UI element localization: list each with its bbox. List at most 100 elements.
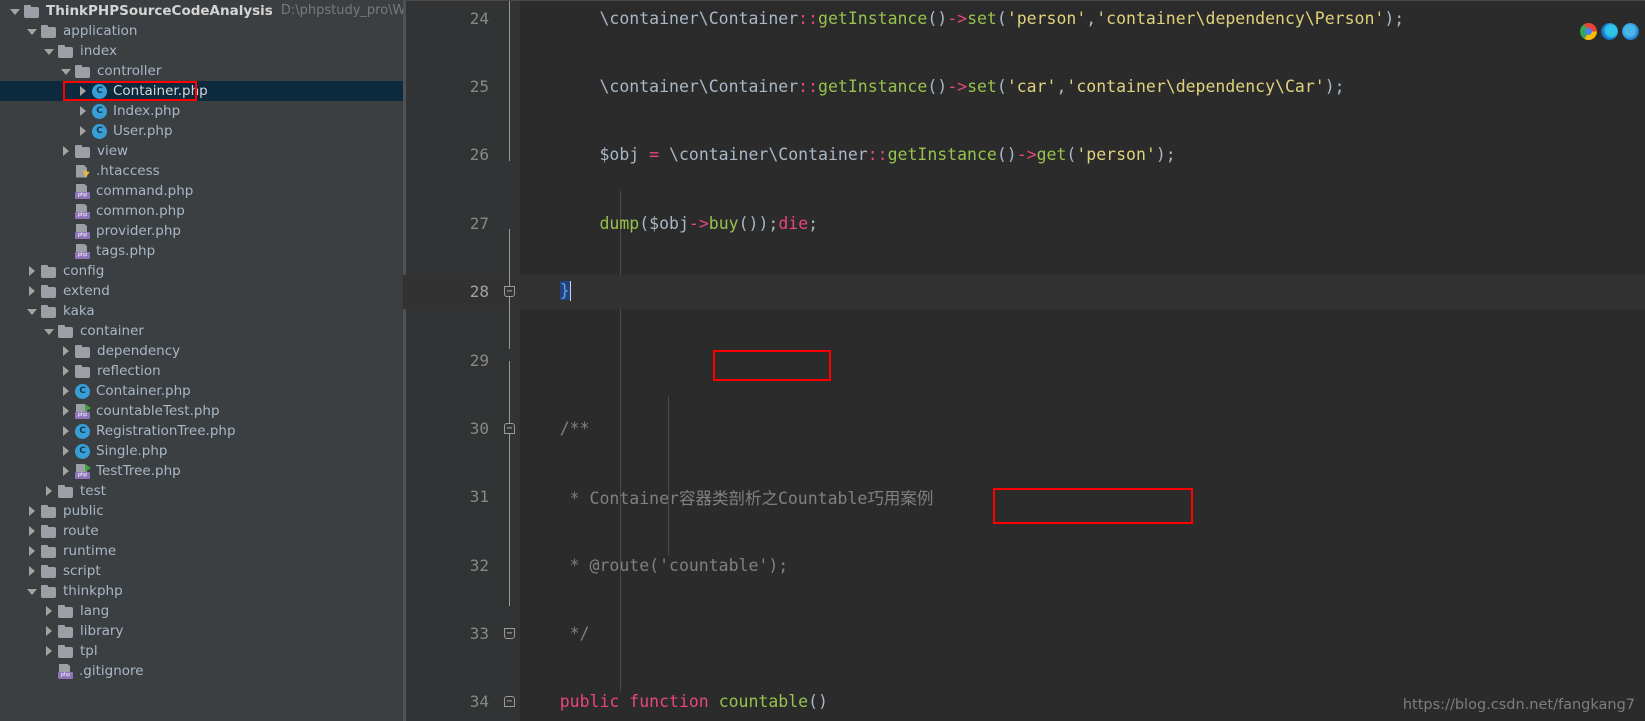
tree-item-library[interactable]: library — [0, 621, 403, 641]
tree-item-view[interactable]: view — [0, 141, 403, 161]
chevron-right-icon[interactable] — [78, 85, 89, 97]
tree-item-countabletest-php[interactable]: countableTest.php — [0, 401, 403, 421]
tree-item-gitignore[interactable]: .gitignore — [0, 661, 403, 681]
folder-icon — [58, 44, 74, 58]
chevron-right-icon[interactable] — [78, 105, 89, 117]
tree-item-provider-php[interactable]: provider.php — [0, 221, 403, 241]
fold-collapse-icon[interactable]: − — [504, 628, 515, 640]
chevron-right-icon[interactable] — [61, 345, 72, 357]
tree-item-config[interactable]: config — [0, 261, 403, 281]
text-caret — [569, 280, 571, 301]
code-line[interactable]: 26 $obj = \container\Container::getInsta… — [403, 138, 1645, 172]
fold-region-line — [509, 466, 510, 546]
tree-item-label: kaka — [63, 303, 95, 319]
tree-item-command-php[interactable]: command.php — [0, 181, 403, 201]
code-line-text: \container\Container::getInstance()->set… — [520, 76, 1345, 96]
code-line[interactable]: 29 — [403, 343, 1645, 377]
chevron-right-icon[interactable] — [61, 445, 72, 457]
code-line-current[interactable]: 28 − } — [403, 274, 1645, 309]
tree-item-application[interactable]: application — [0, 21, 403, 41]
chevron-right-icon[interactable] — [27, 545, 38, 557]
tree-item-container-php-selected[interactable]: C Container.php — [0, 81, 403, 101]
tree-item-index[interactable]: index — [0, 41, 403, 61]
fold-toggle[interactable]: − — [499, 616, 520, 650]
tree-item-index-php[interactable]: C Index.php — [0, 101, 403, 121]
chevron-down-icon[interactable] — [44, 326, 55, 337]
tree-item-label: User.php — [113, 123, 173, 139]
chevron-right-icon[interactable] — [27, 285, 38, 297]
fold-toggle[interactable]: − — [499, 685, 520, 719]
chrome-icon[interactable] — [1580, 23, 1597, 40]
code-line[interactable]: 32 * @route('countable'); — [403, 548, 1645, 582]
chevron-right-icon[interactable] — [61, 145, 72, 157]
chevron-right-icon[interactable] — [44, 625, 55, 637]
folder-icon — [41, 24, 57, 38]
chevron-down-icon[interactable] — [27, 306, 38, 317]
tree-item-reflection[interactable]: reflection — [0, 361, 403, 381]
tree-item-lang[interactable]: lang — [0, 601, 403, 621]
chevron-right-icon[interactable] — [27, 565, 38, 577]
tree-item-testtree-php[interactable]: TestTree.php — [0, 461, 403, 481]
chevron-down-icon[interactable] — [27, 586, 38, 597]
chevron-right-icon[interactable] — [27, 265, 38, 277]
code-line[interactable]: 27 dump($obj->buy());die; — [403, 206, 1645, 240]
chevron-right-icon[interactable] — [61, 405, 72, 417]
chevron-down-icon[interactable] — [10, 6, 21, 17]
tree-item-kaka[interactable]: kaka — [0, 301, 403, 321]
tree-item-test[interactable]: test — [0, 481, 403, 501]
fold-collapse-icon[interactable]: − — [504, 696, 515, 708]
chevron-right-icon[interactable] — [61, 385, 72, 397]
tree-item-label: Container.php — [96, 383, 191, 399]
tree-item-common-php[interactable]: common.php — [0, 201, 403, 221]
tree-item-public[interactable]: public — [0, 501, 403, 521]
tree-item-user-php[interactable]: C User.php — [0, 121, 403, 141]
tree-item-label: application — [63, 23, 138, 39]
tree-item-htaccess[interactable]: .htaccess — [0, 161, 403, 181]
tree-item-route[interactable]: route — [0, 521, 403, 541]
chevron-right-icon[interactable] — [44, 645, 55, 657]
folder-icon — [41, 584, 57, 598]
code-line[interactable]: 25 \container\Container::getInstance()->… — [403, 69, 1645, 103]
fold-collapse-icon[interactable]: − — [504, 422, 515, 434]
code-line[interactable]: 24 \container\Container::getInstance()->… — [403, 1, 1645, 35]
chevron-down-icon[interactable] — [27, 26, 38, 37]
chevron-right-icon[interactable] — [78, 125, 89, 137]
ie-icon[interactable] — [1622, 23, 1639, 40]
tree-item-project-root[interactable]: ThinkPHPSourceCodeAnalysis D:\phpstudy_p… — [0, 1, 403, 21]
chevron-right-icon[interactable] — [27, 525, 38, 537]
chevron-right-icon[interactable] — [61, 365, 72, 377]
tree-item-controller[interactable]: controller — [0, 61, 403, 81]
code-line[interactable]: 31 * Container容器类剖析之Countable巧用案例 — [403, 480, 1645, 514]
tree-item-dependency[interactable]: dependency — [0, 341, 403, 361]
code-line[interactable]: 33 − */ — [403, 616, 1645, 650]
code-editor[interactable]: 24 \container\Container::getInstance()->… — [403, 0, 1645, 721]
code-line[interactable]: 30 − /** — [403, 411, 1645, 445]
chevron-right-icon[interactable] — [61, 465, 72, 477]
tree-item-registrationtree-php[interactable]: C RegistrationTree.php — [0, 421, 403, 441]
browser-launcher-toolbar[interactable] — [1580, 23, 1639, 40]
tree-item-script[interactable]: script — [0, 561, 403, 581]
chevron-down-icon[interactable] — [61, 66, 72, 77]
chevron-right-icon[interactable] — [44, 485, 55, 497]
tree-item-extend[interactable]: extend — [0, 281, 403, 301]
php-file-icon — [75, 224, 90, 239]
watermark-url: https://blog.csdn.net/fangkang7 — [1402, 697, 1635, 713]
line-number: 30 — [469, 418, 489, 438]
tree-item-container-folder[interactable]: container — [0, 321, 403, 341]
tree-item-tpl[interactable]: tpl — [0, 641, 403, 661]
php-class-icon: C — [92, 83, 107, 99]
fold-collapse-icon[interactable]: − — [504, 286, 515, 298]
tree-item-kaka-container-php[interactable]: C Container.php — [0, 381, 403, 401]
edge-icon[interactable] — [1601, 23, 1618, 40]
chevron-right-icon[interactable] — [44, 605, 55, 617]
chevron-down-icon[interactable] — [44, 46, 55, 57]
chevron-right-icon[interactable] — [27, 505, 38, 517]
project-tree-panel[interactable]: ThinkPHPSourceCodeAnalysis D:\phpstudy_p… — [0, 0, 403, 721]
chevron-right-icon[interactable] — [61, 425, 72, 437]
line-number: 26 — [469, 145, 489, 165]
tree-item-runtime[interactable]: runtime — [0, 541, 403, 561]
tree-item-single-php[interactable]: C Single.php — [0, 441, 403, 461]
tree-item-thinkphp[interactable]: thinkphp — [0, 581, 403, 601]
tree-item-label: thinkphp — [63, 583, 123, 599]
tree-item-tags-php[interactable]: tags.php — [0, 241, 403, 261]
